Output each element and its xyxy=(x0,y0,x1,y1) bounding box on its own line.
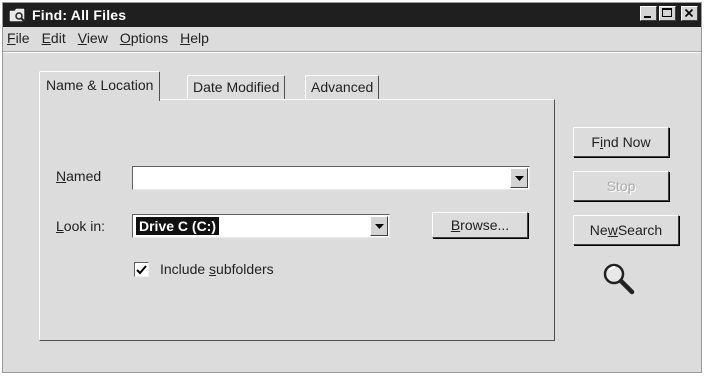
menu-file-label: ile xyxy=(15,30,30,46)
find-window: Find: All Files File Edit View Options H… xyxy=(2,2,702,373)
menu-view[interactable]: View xyxy=(72,30,114,46)
include-subfolders-text-a: Include xyxy=(160,261,210,277)
lookin-label-text: ook in: xyxy=(63,218,106,234)
named-dropdown-button[interactable] xyxy=(510,168,528,188)
stop-button[interactable]: Stop xyxy=(573,171,669,201)
menu-divider xyxy=(3,51,701,53)
chevron-down-icon xyxy=(374,223,384,229)
lookin-label: Look in: xyxy=(56,218,105,234)
find-now-text-b: nd Now xyxy=(603,134,651,150)
minimize-icon xyxy=(644,16,651,18)
new-search-text-a: Ne xyxy=(589,222,608,238)
new-search-text-b: Search xyxy=(617,222,663,238)
chevron-down-icon xyxy=(514,175,524,181)
menu-options[interactable]: Options xyxy=(114,30,174,46)
named-combobox[interactable] xyxy=(132,166,530,190)
menu-file[interactable]: File xyxy=(3,30,36,46)
window-title: Find: All Files xyxy=(32,7,127,23)
menu-options-accel: O xyxy=(119,30,131,46)
browse-label: rowse... xyxy=(460,217,510,233)
lookin-dropdown-button[interactable] xyxy=(370,216,388,236)
tab-name-location[interactable]: Name & Location xyxy=(39,71,161,101)
find-now-text-a: F xyxy=(591,134,600,150)
find-app-icon[interactable] xyxy=(9,8,26,23)
new-search-button[interactable]: Ne w Search xyxy=(573,215,679,245)
include-subfolders-accel: s xyxy=(209,261,217,277)
lookin-accel: L xyxy=(56,218,64,234)
close-button[interactable] xyxy=(681,6,698,21)
named-label: Named xyxy=(56,168,101,184)
menu-bar: File Edit View Options Help xyxy=(3,27,701,49)
menu-edit[interactable]: Edit xyxy=(36,30,72,46)
menu-edit-label: dit xyxy=(50,30,66,46)
menu-view-accel: V xyxy=(77,30,87,46)
new-search-accel: w xyxy=(607,222,618,238)
find-now-button[interactable]: Fi nd Now xyxy=(573,127,669,157)
include-subfolders-checkbox[interactable] xyxy=(134,262,149,277)
checkmark-icon xyxy=(136,264,147,274)
menu-help-label: elp xyxy=(190,30,209,46)
menu-help[interactable]: Help xyxy=(174,30,215,46)
magnifier-icon xyxy=(599,259,639,302)
browse-accel: B xyxy=(450,217,461,233)
maximize-button[interactable] xyxy=(659,6,676,21)
named-label-text: amed xyxy=(66,168,102,184)
include-subfolders-text-b: ubfolders xyxy=(216,261,274,277)
tab-date-modified[interactable]: Date Modified xyxy=(187,75,286,99)
menu-edit-accel: E xyxy=(41,30,51,46)
menu-view-label: iew xyxy=(86,30,108,46)
named-accel: N xyxy=(56,168,67,184)
menu-file-accel: F xyxy=(7,30,16,46)
browse-button[interactable]: Browse... xyxy=(432,212,528,238)
maximize-icon xyxy=(662,8,672,17)
title-bar[interactable]: Find: All Files xyxy=(3,3,701,27)
tab-advanced[interactable]: Advanced xyxy=(305,75,380,99)
lookin-combobox[interactable]: Drive C (C:) xyxy=(132,214,390,238)
menu-help-accel: H xyxy=(180,30,191,46)
include-subfolders-label[interactable]: Include subfolders xyxy=(160,261,274,277)
minimize-button[interactable] xyxy=(640,6,657,21)
close-icon xyxy=(684,8,694,18)
lookin-value: Drive C (C:) xyxy=(136,217,220,235)
menu-options-label: ptions xyxy=(130,30,169,46)
tab-panel-name-location: Named Look in: Drive C (C:) Browse... In… xyxy=(39,99,555,341)
